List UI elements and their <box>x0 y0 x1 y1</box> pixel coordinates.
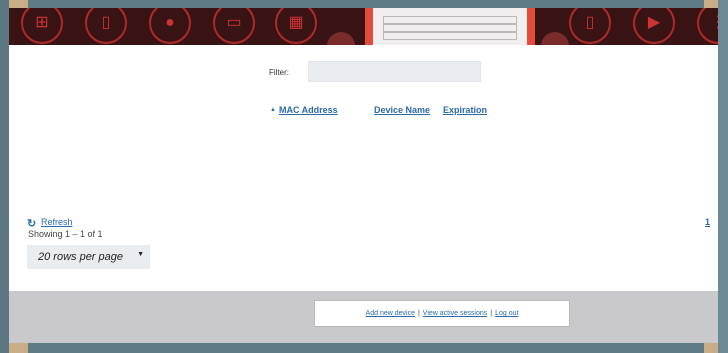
rows-per-page-value: 20 rows per page <box>38 251 123 263</box>
keyboard-row <box>383 24 517 32</box>
footer-links: Add new device | View active sessions | … <box>314 300 570 327</box>
showing-count: Showing 1 – 1 of 1 <box>28 229 103 239</box>
filter-input[interactable] <box>308 61 481 82</box>
column-header-device-name[interactable]: Device Name <box>374 105 430 115</box>
monitor-icon: ▭ <box>213 8 255 44</box>
pagination-page-1[interactable]: 1 <box>705 217 710 227</box>
hand-illustration <box>327 32 355 45</box>
refresh-link[interactable]: Refresh <box>41 217 73 227</box>
speaker-icon: ▯ <box>569 8 611 44</box>
tv-box-icon: ⊞ <box>21 8 63 44</box>
log-out-link[interactable]: Log out <box>495 310 518 317</box>
game-device-icon: ▦ <box>275 8 317 44</box>
hand-illustration <box>541 32 569 45</box>
keyboard-illustration <box>365 8 535 45</box>
add-new-device-link[interactable]: Add new device <box>366 310 415 317</box>
link-separator: | <box>417 310 420 317</box>
header-banner: ⊞ ▯ ● ▭ ▦ ▯ ▶ ⋮ <box>9 8 718 45</box>
device-list-page: Filter: ▲ MAC Address Device Name Expira… <box>9 45 718 291</box>
background-edge-left <box>0 0 9 353</box>
sort-ascending-icon: ▲ <box>270 107 276 113</box>
filter-label: Filter: <box>269 68 289 77</box>
rows-per-page-select[interactable]: 20 rows per page ▼ <box>27 245 150 269</box>
column-header-mac-address[interactable]: MAC Address <box>279 105 338 115</box>
background-edge-right <box>718 0 728 353</box>
media-player-icon: ▶ <box>633 8 675 44</box>
speaker-icon: ▯ <box>85 8 127 44</box>
grid-icon: ⋮ <box>697 8 718 44</box>
link-separator: | <box>490 310 493 317</box>
background-edge-bottom <box>28 343 704 353</box>
keyboard-row <box>383 32 517 40</box>
column-header-expiration[interactable]: Expiration <box>443 105 487 115</box>
microphone-icon: ● <box>149 8 191 44</box>
view-active-sessions-link[interactable]: View active sessions <box>423 310 487 317</box>
keyboard-row <box>383 16 517 24</box>
dropdown-caret-icon: ▼ <box>137 251 144 258</box>
footer-bar: Add new device | View active sessions | … <box>9 291 718 343</box>
